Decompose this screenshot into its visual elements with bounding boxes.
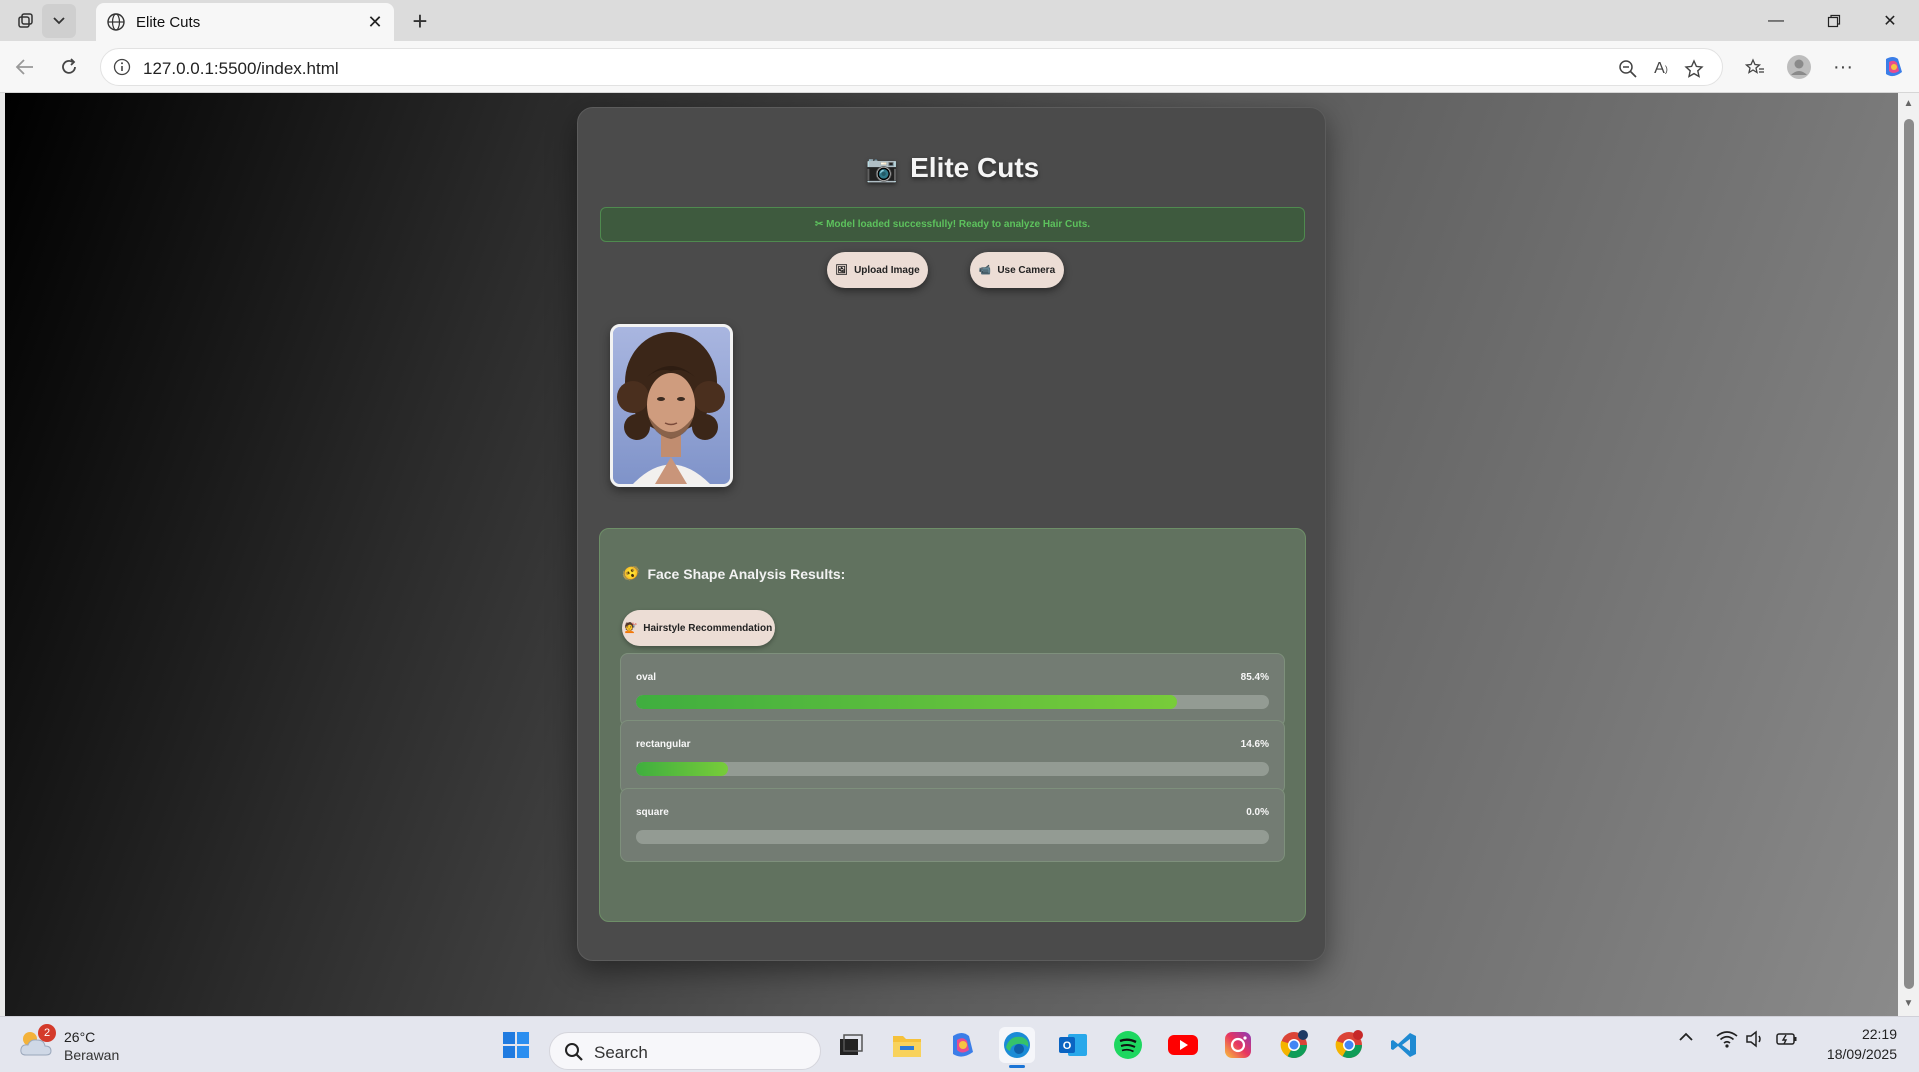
face-icon: 🫨: [622, 565, 640, 581]
weather-condition: Berawan: [64, 1047, 120, 1063]
confidence-bar-fill: [636, 695, 1177, 709]
shape-percent: 14.6%: [1240, 739, 1269, 750]
taskbar-search-input[interactable]: Search: [549, 1032, 821, 1070]
copilot-app-icon[interactable]: [944, 1027, 980, 1063]
shape-name: square: [636, 807, 669, 818]
favorites-icon[interactable]: [1738, 50, 1772, 84]
page-viewport: 📷 Elite Cuts ✂ Model loaded successfully!…: [5, 93, 1898, 1016]
search-icon: [565, 1043, 583, 1061]
chrome-profile-icon[interactable]: [1331, 1027, 1367, 1063]
use-camera-button[interactable]: 📹 Use Camera: [970, 252, 1064, 288]
workspaces-icon[interactable]: [8, 4, 42, 38]
shape-percent: 0.0%: [1246, 807, 1269, 818]
copilot-icon[interactable]: [1876, 50, 1910, 84]
scrollbar-thumb[interactable]: [1904, 119, 1914, 989]
weather-widget[interactable]: 2 26°C Berawan: [18, 1024, 119, 1064]
volume-icon[interactable]: [1745, 1030, 1765, 1051]
video-camera-icon: 📹: [978, 264, 992, 276]
shape-name: oval: [636, 672, 657, 683]
upload-image-button[interactable]: 🖼 Upload Image: [827, 252, 928, 288]
minimize-icon[interactable]: —: [1747, 0, 1805, 41]
shape-name: rectangular: [636, 739, 691, 750]
globe-icon: [106, 12, 126, 36]
shape-result-square: square 0.0%: [620, 788, 1285, 862]
camera-icon: 📷: [865, 153, 899, 183]
spotify-icon[interactable]: [1110, 1027, 1146, 1063]
page-scrollbar[interactable]: ▲ ▼: [1898, 93, 1919, 1016]
url-field[interactable]: 127.0.0.1:5500/index.html A): [100, 48, 1723, 86]
chrome-icon[interactable]: [1276, 1027, 1312, 1063]
tab-title: Elite Cuts: [136, 13, 201, 31]
system-clock[interactable]: 22:19 18/09/2025: [1827, 1024, 1897, 1064]
profile-avatar-icon[interactable]: [1782, 50, 1816, 84]
close-tab-icon[interactable]: ✕: [364, 11, 386, 33]
shape-result-oval: oval 85.4%: [620, 653, 1285, 727]
task-view-icon[interactable]: [833, 1027, 869, 1063]
weather-temp: 26°C: [64, 1029, 96, 1045]
app-container: 📷 Elite Cuts ✂ Model loaded successfully!…: [577, 107, 1326, 961]
url-text: 127.0.0.1:5500/index.html: [143, 59, 339, 78]
favorite-star-icon[interactable]: [1682, 57, 1706, 81]
read-aloud-icon[interactable]: A): [1649, 57, 1673, 81]
windows-taskbar: 2 26°C Berawan Search O 22:19 18/09/2025: [0, 1016, 1919, 1072]
back-icon[interactable]: [8, 50, 42, 84]
wifi-icon[interactable]: [1716, 1030, 1738, 1051]
reload-icon[interactable]: [52, 50, 86, 84]
scroll-up-arrow-icon[interactable]: ▲: [1903, 99, 1914, 109]
hairstyle-recommendation-button[interactable]: 💇 Hairstyle Recommendation: [622, 610, 775, 646]
confidence-bar-track: [636, 695, 1269, 709]
outlook-icon[interactable]: O: [1055, 1027, 1091, 1063]
uploaded-photo: [610, 324, 733, 487]
confidence-bar-track: [636, 830, 1269, 844]
close-window-icon[interactable]: ✕: [1861, 0, 1919, 41]
start-windows-icon[interactable]: [498, 1027, 534, 1063]
svg-text:O: O: [1063, 1040, 1072, 1052]
instagram-icon[interactable]: [1220, 1027, 1256, 1063]
edge-browser-icon[interactable]: [999, 1027, 1035, 1068]
page-title: 📷 Elite Cuts: [865, 152, 1040, 183]
shape-percent: 85.4%: [1240, 672, 1269, 683]
file-explorer-icon[interactable]: [889, 1027, 925, 1063]
confidence-bar-fill: [636, 762, 729, 776]
tab-list-chevron-icon[interactable]: [42, 4, 76, 38]
results-title: 🫨 Face Shape Analysis Results:: [622, 565, 846, 582]
scroll-down-arrow-icon[interactable]: ▼: [1903, 999, 1914, 1009]
search-placeholder: Search: [594, 1043, 648, 1062]
shape-result-rectangular: rectangular 14.6%: [620, 720, 1285, 794]
confidence-bar-track: [636, 762, 1269, 776]
image-icon: 🖼: [835, 264, 849, 276]
more-options-icon[interactable]: ···: [1826, 50, 1860, 84]
tab-elite-cuts[interactable]: Elite Cuts ✕: [96, 3, 394, 41]
clock-time: 22:19: [1861, 1026, 1897, 1042]
weather-badge: 2: [38, 1024, 56, 1042]
site-info-icon[interactable]: [113, 58, 131, 81]
address-bar-row: 127.0.0.1:5500/index.html A) ···: [0, 41, 1919, 93]
browser-tab-bar: Elite Cuts ✕ + — ✕: [0, 0, 1919, 41]
show-hidden-icons-chevron-icon[interactable]: [1678, 1029, 1694, 1048]
battery-icon[interactable]: [1776, 1031, 1798, 1050]
status-message: ✂ Model loaded successfully! Ready to an…: [600, 207, 1305, 242]
youtube-icon[interactable]: [1165, 1027, 1201, 1063]
restore-icon[interactable]: [1805, 0, 1863, 41]
vscode-icon[interactable]: [1386, 1027, 1422, 1063]
clock-date: 18/09/2025: [1826, 1046, 1897, 1062]
zoom-out-icon[interactable]: [1616, 57, 1640, 81]
haircut-icon: 💇: [624, 622, 638, 634]
results-panel: 🫨 Face Shape Analysis Results: 💇 Hairsty…: [599, 528, 1306, 922]
new-tab-icon[interactable]: +: [403, 4, 437, 38]
